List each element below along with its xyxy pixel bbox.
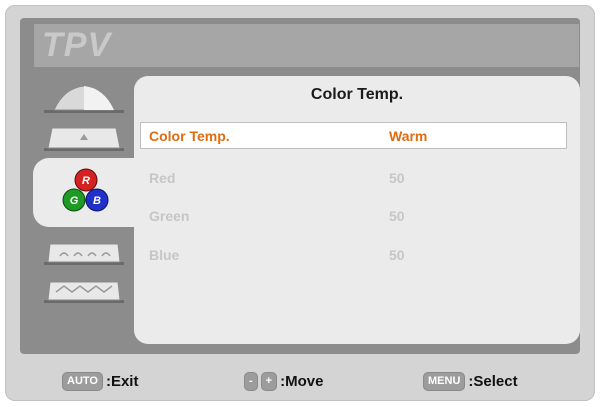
footer-exit: AUTO :Exit — [62, 370, 138, 392]
image-setup-icon — [44, 127, 124, 151]
menu-item-color-temp[interactable]: Color Temp. — [149, 128, 230, 144]
extra-settings-icon — [44, 281, 124, 303]
menu-item-red[interactable]: Red — [149, 170, 175, 186]
osd-settings-icon — [44, 243, 124, 265]
menu-item-blue[interactable]: Blue — [149, 247, 179, 263]
minus-key[interactable]: - — [244, 371, 258, 391]
auto-key[interactable]: AUTO — [62, 371, 103, 391]
tab-extra[interactable] — [34, 270, 134, 304]
plus-key[interactable]: + — [260, 371, 278, 391]
menu-item-green[interactable]: Green — [149, 208, 189, 224]
green-value: 50 — [389, 208, 405, 224]
blue-value: 50 — [389, 247, 405, 263]
footer-select: MENU :Select — [423, 370, 518, 392]
brand-bar — [34, 24, 579, 67]
panel-title: Color Temp. — [310, 86, 404, 103]
menu-key[interactable]: MENU — [423, 371, 466, 391]
tab-osd[interactable] — [34, 232, 134, 266]
rgb-icon-g: G — [70, 195, 79, 207]
rgb-icon-r: R — [82, 175, 90, 187]
exit-label: :Exit — [105, 372, 139, 390]
footer-move: - + :Move — [244, 370, 323, 392]
brightness-contrast-icon — [44, 82, 124, 113]
red-value: 50 — [389, 170, 405, 186]
move-label: :Move — [280, 372, 324, 390]
select-label: :Select — [468, 372, 518, 390]
rgb-icon-b: B — [93, 195, 101, 207]
color-temp-value: Warm — [389, 128, 428, 144]
tab-image-setup[interactable] — [34, 118, 134, 152]
tab-brightness[interactable] — [34, 80, 134, 114]
brand-logo: TPV — [42, 26, 112, 64]
color-temp-panel — [134, 76, 580, 344]
